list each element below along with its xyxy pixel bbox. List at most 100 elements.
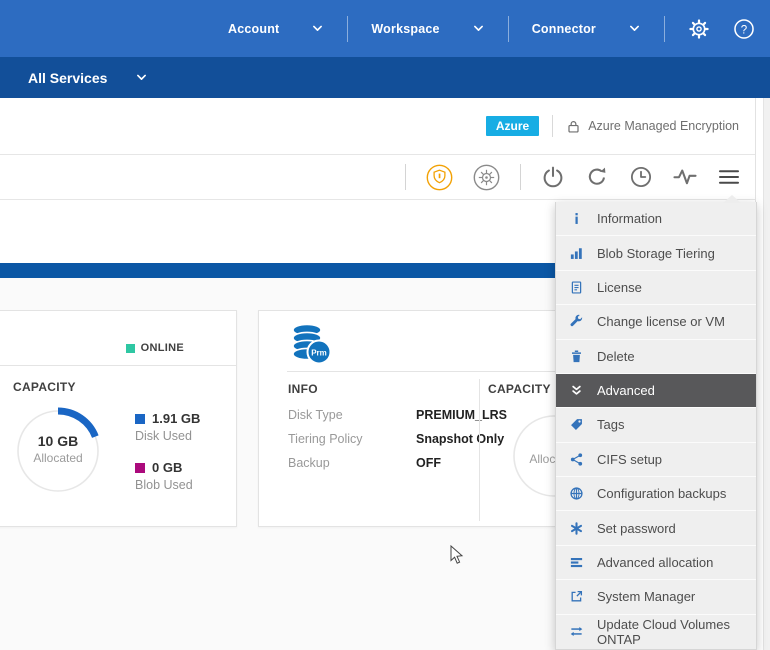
menu-item-configuration-backups[interactable]: Configuration backups	[556, 477, 756, 511]
wrench-icon	[569, 314, 584, 329]
info-value: Snapshot Only	[416, 432, 504, 446]
encryption-info: Azure Managed Encryption	[566, 119, 739, 134]
donut-label: Allocated	[10, 451, 106, 465]
external-link-icon	[569, 589, 584, 604]
title-separator	[552, 115, 553, 137]
premium-disk-icon	[288, 322, 334, 366]
capacity-section-title: CAPACITY	[13, 380, 76, 394]
chevron-down-icon	[311, 22, 324, 35]
header-separator	[508, 16, 509, 42]
menu-item-label: Set password	[597, 521, 676, 536]
menu-item-update-cloud-volumes-ontap[interactable]: Update Cloud Volumes ONTAP	[556, 615, 756, 649]
lock-icon	[566, 119, 581, 134]
asterisk-icon	[569, 521, 584, 536]
info-label: Tiering Policy	[288, 432, 363, 446]
account-menu-label: Account	[228, 22, 279, 36]
chevron-down-icon	[135, 71, 148, 84]
toolbar-separator	[405, 164, 406, 190]
context-menu-list: Information Blob Storage Tiering License Ch…	[555, 202, 757, 650]
menu-item-label: Blob Storage Tiering	[597, 246, 715, 261]
account-menu[interactable]: Account	[228, 22, 324, 36]
provider-badge: Azure	[486, 116, 539, 136]
menu-item-label: Delete	[597, 349, 635, 364]
share-icon	[569, 452, 584, 467]
services-bar: All Services	[0, 57, 770, 98]
trash-icon	[569, 349, 584, 364]
top-header-bar: Account Workspace Connector	[0, 0, 770, 57]
legend-entry: 0 GBBlob Used	[135, 460, 200, 492]
power-icon[interactable]	[541, 165, 565, 189]
card-divider	[0, 365, 236, 366]
menu-item-delete[interactable]: Delete	[556, 340, 756, 374]
menu-item-advanced-allocation[interactable]: Advanced allocation	[556, 546, 756, 580]
menu-item-label: Update Cloud Volumes ONTAP	[597, 617, 756, 647]
action-toolbar	[0, 155, 755, 200]
context-menu-caret	[555, 195, 757, 203]
status-label: ONLINE	[141, 342, 184, 354]
swap-arrows-icon	[569, 624, 584, 639]
menu-item-system-manager[interactable]: System Manager	[556, 580, 756, 614]
refresh-icon[interactable]	[585, 165, 609, 189]
header-separator	[664, 16, 665, 42]
workspace-menu-label: Workspace	[371, 22, 439, 36]
card-vertical-divider	[479, 379, 480, 521]
encryption-label: Azure Managed Encryption	[588, 119, 739, 133]
shield-alert-icon[interactable]	[426, 164, 453, 191]
menu-item-information[interactable]: Information	[556, 202, 756, 236]
menu-item-advanced[interactable]: Advanced	[556, 374, 756, 408]
rows-icon	[569, 555, 584, 570]
menu-item-label: Tags	[597, 417, 624, 432]
capacity-section-title: CAPACITY	[488, 382, 551, 396]
connector-menu[interactable]: Connector	[532, 22, 641, 36]
info-value: PREMIUM_LRS	[416, 408, 507, 422]
connector-menu-label: Connector	[532, 22, 596, 36]
menu-item-label: Change license or VM	[597, 314, 725, 329]
capacity-donut-chart: 10 GB Allocated	[10, 403, 106, 499]
all-services-label: All Services	[28, 70, 107, 86]
capacity-card: ONLINE CAPACITY 10 GB Allocated 1.91 GBD…	[0, 310, 237, 527]
menu-item-blob-storage-tiering[interactable]: Blob Storage Tiering	[556, 236, 756, 270]
header-separator	[347, 16, 348, 42]
menu-item-change-license-or-vm[interactable]: Change license or VM	[556, 305, 756, 339]
globe-icon	[569, 486, 584, 501]
menu-item-label: Advanced allocation	[597, 555, 713, 570]
donut-value: 10 GB	[10, 433, 106, 449]
tag-icon	[569, 417, 584, 432]
pulse-icon[interactable]	[673, 165, 697, 189]
info-icon	[569, 211, 584, 226]
info-label: Disk Type	[288, 408, 343, 422]
menu-item-label: Advanced	[597, 383, 655, 398]
all-services-dropdown[interactable]: All Services	[28, 70, 148, 86]
scrollbar-track[interactable]	[763, 98, 770, 650]
chevron-down-icon	[472, 22, 485, 35]
status-badge: ONLINE	[126, 342, 184, 354]
workspace-menu[interactable]: Workspace	[371, 22, 484, 36]
menu-item-tags[interactable]: Tags	[556, 408, 756, 442]
info-value: OFF	[416, 456, 441, 470]
clock-icon[interactable]	[629, 165, 653, 189]
hamburger-menu-icon[interactable]	[717, 165, 741, 189]
legend-entry: 1.91 GBDisk Used	[135, 411, 200, 443]
menu-item-label: License	[597, 280, 642, 295]
bar-chart-icon	[569, 246, 584, 261]
environment-title-row: Azure Azure Managed Encryption	[0, 98, 755, 155]
menu-item-license[interactable]: License	[556, 271, 756, 305]
info-section-title: INFO	[288, 382, 318, 396]
app-window: Account Workspace Connector All Services	[0, 0, 770, 650]
helm-wheel-icon[interactable]	[473, 164, 500, 191]
menu-item-set-password[interactable]: Set password	[556, 511, 756, 545]
license-icon	[569, 280, 584, 295]
menu-item-label: Information	[597, 211, 662, 226]
help-icon[interactable]	[733, 18, 755, 40]
chevron-down-icon	[628, 22, 641, 35]
online-indicator-square	[126, 344, 135, 353]
menu-item-cifs-setup[interactable]: CIFS setup	[556, 443, 756, 477]
menu-item-label: CIFS setup	[597, 452, 662, 467]
menu-item-label: System Manager	[597, 589, 695, 604]
menu-item-label: Configuration backups	[597, 486, 726, 501]
capacity-legend: 1.91 GBDisk Used 0 GBBlob Used	[135, 411, 200, 509]
info-label: Backup	[288, 456, 330, 470]
toolbar-separator	[520, 164, 521, 190]
double-chevron-down-icon	[569, 383, 584, 398]
gear-icon[interactable]	[688, 18, 710, 40]
